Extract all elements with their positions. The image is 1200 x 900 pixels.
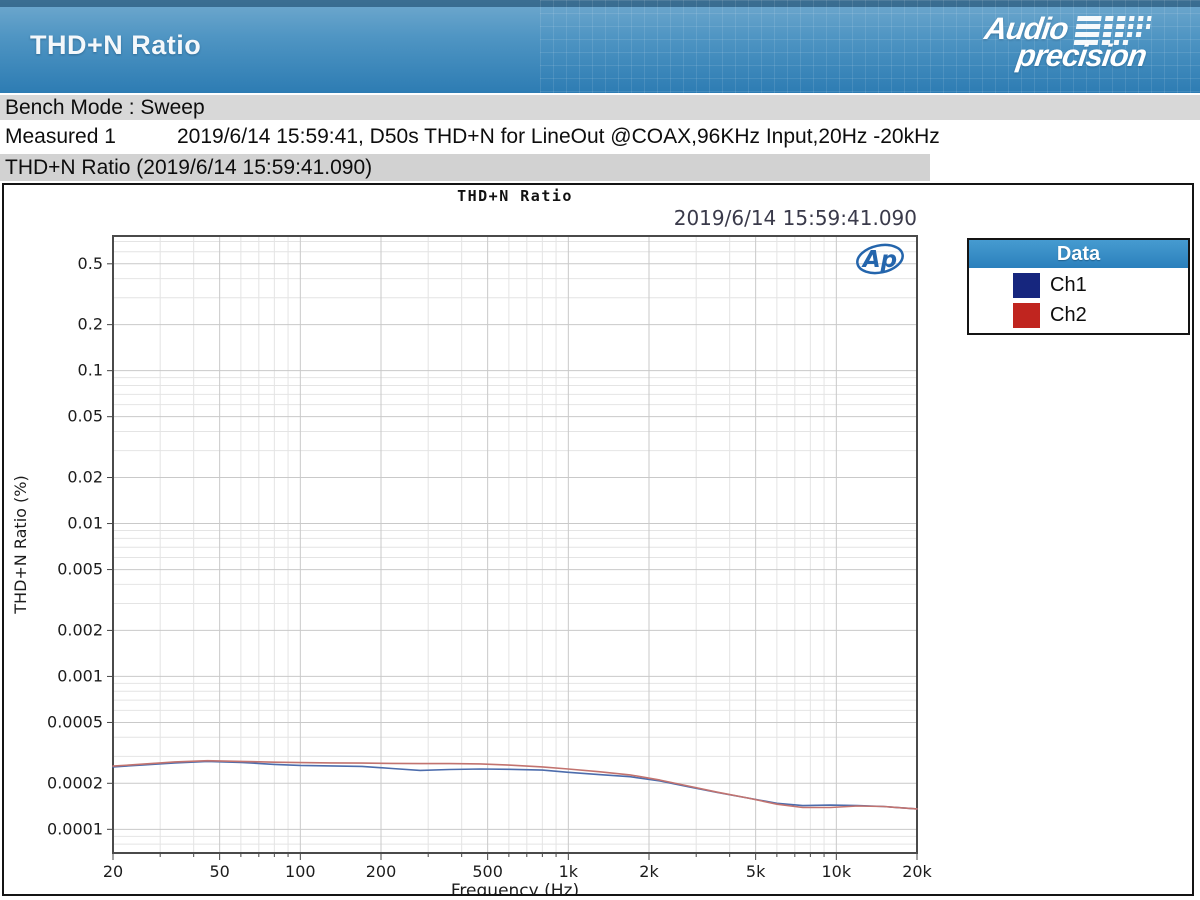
svg-text:0.0005: 0.0005 xyxy=(47,712,103,731)
svg-text:0.001: 0.001 xyxy=(57,666,103,685)
app-header: THD+N Ratio Audio precision xyxy=(0,0,1200,93)
measured-row: Measured 1 2019/6/14 15:59:41, D50s THD+… xyxy=(0,121,1200,152)
ap-watermark-icon: Ap xyxy=(856,243,904,275)
y-tick-labels: 0.5 0.2 0.1 0.05 0.02 0.01 0.005 0.002 0.001 0.00… xyxy=(47,254,103,839)
svg-text:0.002: 0.002 xyxy=(57,620,103,639)
bench-mode-bar: Bench Mode : Sweep xyxy=(0,95,1200,120)
svg-text:0.5: 0.5 xyxy=(78,254,103,273)
chart-title: THD+N Ratio xyxy=(457,187,573,205)
ch2-color-swatch xyxy=(1013,303,1040,328)
measured-label: Measured 1 xyxy=(5,125,116,148)
series-line-ch1 xyxy=(112,760,918,810)
brand-word-precision: precision xyxy=(1014,38,1149,73)
svg-text:0.05: 0.05 xyxy=(67,407,103,426)
svg-text:Ap: Ap xyxy=(861,247,897,273)
ch2-label: Ch2 xyxy=(1050,304,1087,326)
x-tick-labels: 20 50 100 200 500 1k 2k 5k 10k 20k xyxy=(103,862,933,881)
legend-item-ch1: Ch1 xyxy=(1013,273,1188,298)
legend-header: Data xyxy=(969,240,1188,268)
chart-caption-bar: THD+N Ratio (2019/6/14 15:59:41.090) xyxy=(0,154,930,181)
svg-text:500: 500 xyxy=(472,862,503,881)
legend: Data Ch1 Ch2 xyxy=(967,238,1190,335)
measured-description: 2019/6/14 15:59:41, D50s THD+N for LineO… xyxy=(177,125,940,148)
svg-text:20: 20 xyxy=(103,862,123,881)
chart-panel: 20 50 100 200 500 1k 2k 5k 10k 20k 0.5 0.2 0.1 0.05 0.… xyxy=(2,183,1194,900)
y-axis-label: THD+N Ratio (%) xyxy=(11,475,30,614)
svg-text:0.02: 0.02 xyxy=(67,468,103,487)
page-title: THD+N Ratio xyxy=(30,30,202,60)
svg-text:0.01: 0.01 xyxy=(67,514,103,533)
chart-timestamp: 2019/6/14 15:59:41.090 xyxy=(674,206,917,230)
svg-text:2k: 2k xyxy=(639,862,659,881)
svg-text:200: 200 xyxy=(366,862,397,881)
x-axis-label: Frequency (Hz) xyxy=(451,881,579,894)
svg-text:5k: 5k xyxy=(746,862,766,881)
page: THD+N Ratio Audio precision Bench Mode :… xyxy=(0,0,1200,900)
svg-text:0.0002: 0.0002 xyxy=(47,773,103,792)
svg-text:0.0001: 0.0001 xyxy=(47,819,103,838)
ch1-label: Ch1 xyxy=(1050,274,1087,296)
series-line-ch2 xyxy=(112,759,918,810)
svg-text:50: 50 xyxy=(209,862,229,881)
ch1-color-swatch xyxy=(1013,273,1040,298)
legend-item-ch2: Ch2 xyxy=(1013,303,1188,328)
svg-text:0.2: 0.2 xyxy=(78,315,103,334)
svg-text:20k: 20k xyxy=(902,862,932,881)
svg-text:0.1: 0.1 xyxy=(78,361,103,380)
audio-precision-logo: Audio precision xyxy=(979,11,1152,73)
svg-text:100: 100 xyxy=(285,862,316,881)
svg-text:0.005: 0.005 xyxy=(57,560,103,579)
svg-text:10k: 10k xyxy=(822,862,852,881)
axis-ticks xyxy=(107,263,918,860)
svg-text:1k: 1k xyxy=(559,862,579,881)
